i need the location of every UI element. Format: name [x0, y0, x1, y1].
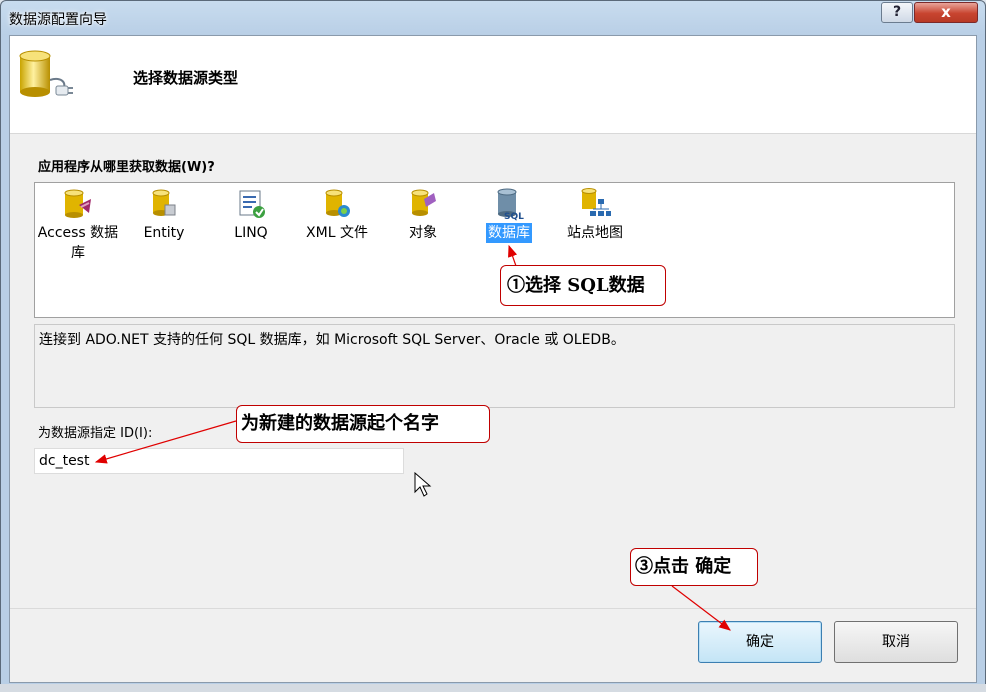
page-title: 选择数据源类型 — [133, 69, 239, 87]
close-button[interactable]: x — [914, 2, 978, 23]
background-editor-strip — [0, 684, 986, 692]
data-source-wizard-window: 数据源配置向导 ? x 选择数据源类型 应用程序从哪里获取数据(W)? Acce… — [0, 0, 986, 692]
type-item-xml[interactable]: XML 文件 — [294, 187, 380, 243]
data-source-type-list[interactable]: Access 数据库 Entity LINQ XML 文件 对象 SQL 数据库… — [34, 182, 955, 318]
type-description: 连接到 ADO.NET 支持的任何 SQL 数据库，如 Microsoft SQ… — [34, 324, 955, 408]
type-label: Access 数据库 — [37, 225, 119, 261]
linq-icon — [239, 190, 265, 218]
wizard-body: 选择数据源类型 应用程序从哪里获取数据(W)? Access 数据库 Entit… — [9, 35, 977, 683]
source-prompt-label: 应用程序从哪里获取数据(W)? — [38, 160, 215, 175]
type-label: XML 文件 — [306, 225, 368, 241]
datasource-id-input[interactable] — [34, 448, 404, 474]
type-item-database[interactable]: SQL 数据库 — [466, 187, 552, 243]
wizard-header: 选择数据源类型 — [10, 36, 976, 134]
access-database-icon — [64, 189, 91, 218]
type-label-selected: 数据库 — [486, 223, 532, 243]
svg-text:SQL: SQL — [504, 212, 524, 221]
ok-button[interactable]: 确定 — [698, 621, 822, 663]
help-button[interactable]: ? — [881, 2, 913, 23]
button-bar-divider — [10, 608, 976, 609]
type-label: 站点地图 — [567, 225, 623, 241]
callout-name-datasource: 为新建的数据源起个名字 — [236, 405, 490, 443]
object-icon — [411, 189, 436, 216]
entity-icon — [152, 189, 176, 216]
database-plug-icon — [19, 50, 73, 97]
type-label: 对象 — [409, 225, 437, 241]
type-item-linq[interactable]: LINQ — [208, 187, 294, 243]
callout-click-ok: ③点击 确定 — [630, 548, 758, 586]
datasource-id-label: 为数据源指定 ID(I): — [38, 426, 153, 441]
type-item-object[interactable]: 对象 — [380, 187, 466, 243]
type-label: LINQ — [234, 225, 268, 241]
cancel-button[interactable]: 取消 — [834, 621, 958, 663]
mouse-cursor-icon — [414, 472, 432, 497]
xml-file-icon — [325, 189, 350, 217]
callout-select-sql: ①选择 SQL数据 — [500, 265, 666, 306]
sql-database-icon: SQL — [497, 188, 524, 221]
window-title: 数据源配置向导 — [9, 12, 107, 28]
type-item-access[interactable]: Access 数据库 — [35, 187, 121, 263]
type-label: Entity — [143, 225, 185, 241]
type-item-entity[interactable]: Entity — [121, 187, 207, 243]
sitemap-icon — [581, 188, 611, 216]
type-item-sitemap[interactable]: 站点地图 — [552, 187, 638, 243]
